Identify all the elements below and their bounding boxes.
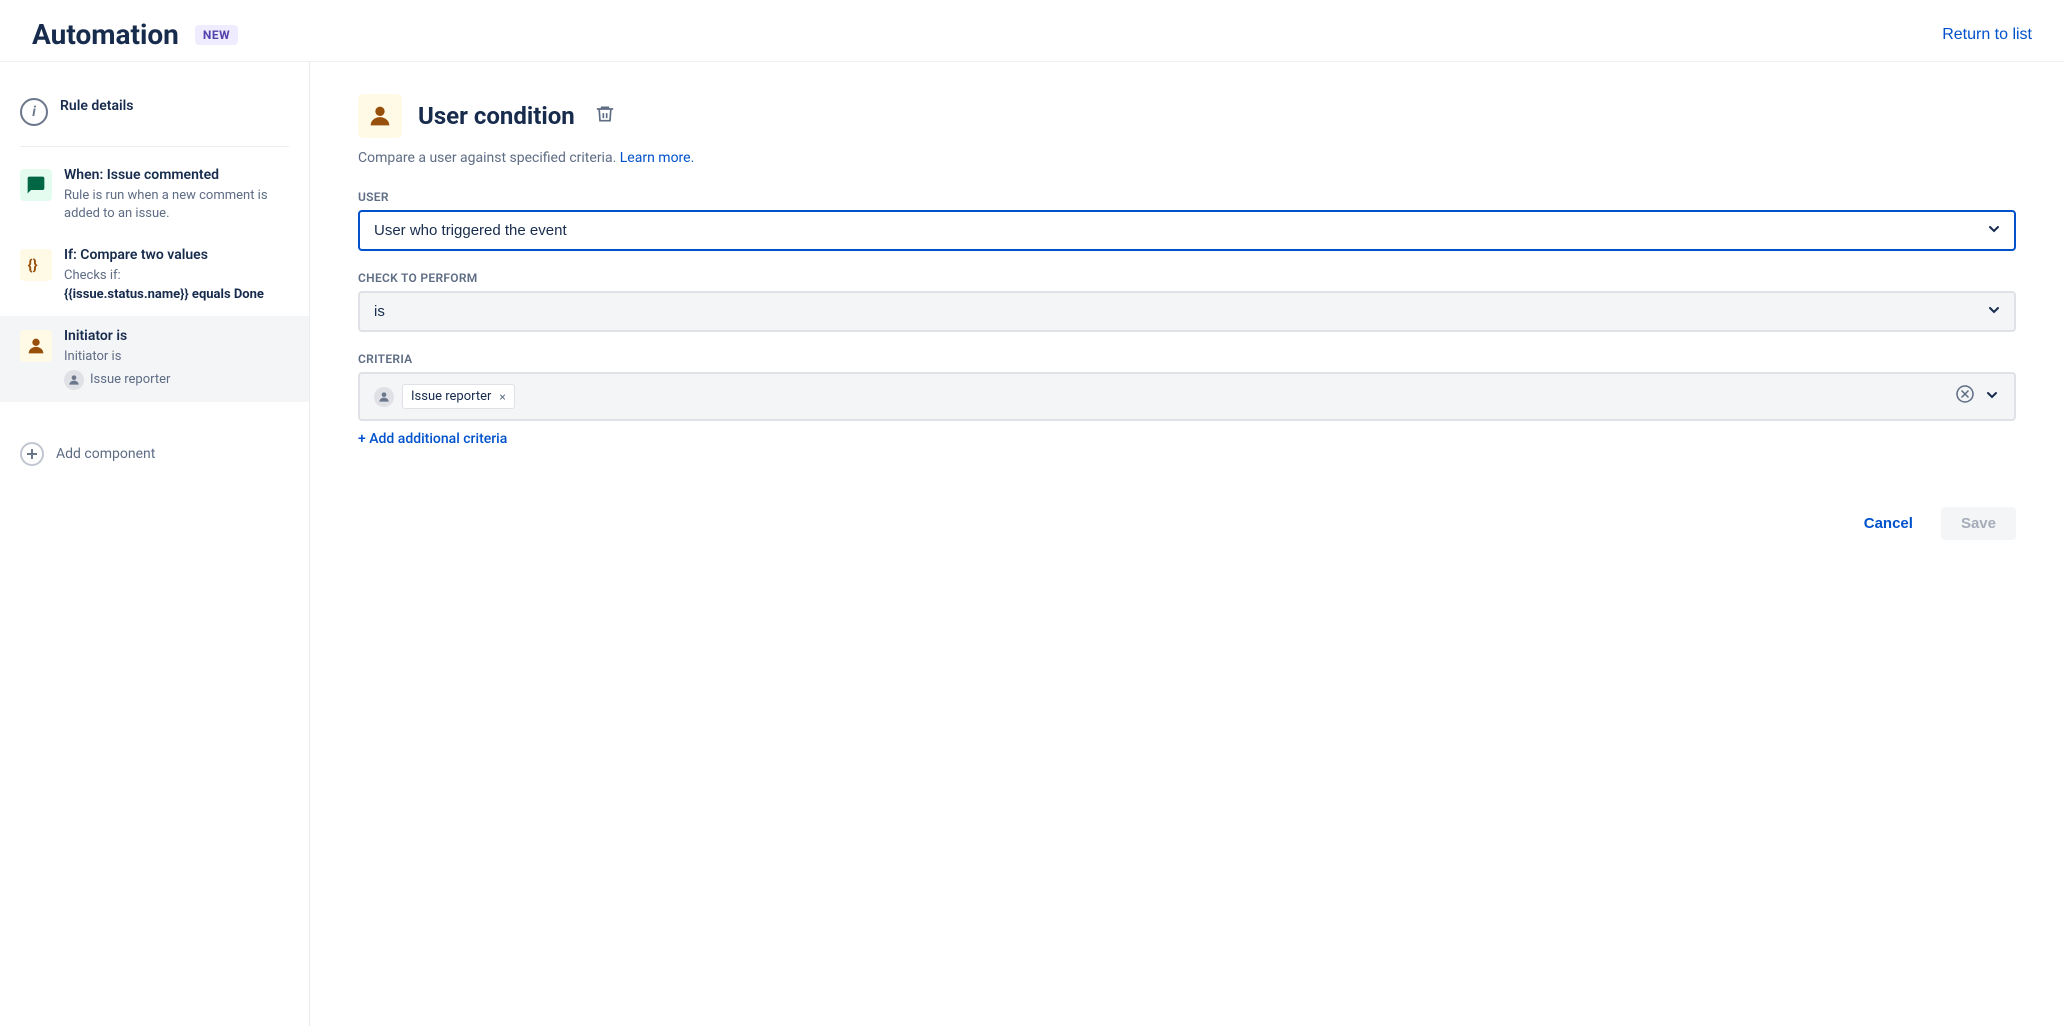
criteria-tag: Issue reporter ×	[402, 384, 515, 409]
panel-header: User condition	[358, 94, 2016, 138]
info-icon: i	[20, 98, 48, 126]
sidebar-item-rule-details[interactable]: i Rule details	[0, 86, 309, 138]
sidebar-item-rule-details-title: Rule details	[60, 98, 289, 114]
sidebar-item-if-desc-prefix: Checks if:	[64, 268, 121, 283]
sidebar-item-when-title: When: Issue commented	[64, 167, 289, 183]
user-icon-small	[64, 370, 84, 390]
chat-icon	[20, 169, 52, 201]
top-bar: Automation NEW Return to list	[0, 0, 2064, 62]
cancel-button[interactable]: Cancel	[1848, 507, 1929, 540]
new-badge: NEW	[195, 25, 238, 45]
code-icon: {}	[20, 249, 52, 281]
criteria-box[interactable]: Issue reporter ×	[358, 372, 2016, 421]
main-content: i Rule details When: Issue commented Rul…	[0, 62, 2064, 1026]
panel-title: User condition	[418, 102, 575, 130]
svg-text:{}: {}	[28, 256, 38, 274]
criteria-tag-label: Issue reporter	[411, 389, 491, 404]
sidebar-initiator-subbadge: Issue reporter	[64, 370, 289, 390]
main-panel: User condition Compare a user against sp…	[310, 62, 2064, 1026]
criteria-form-group: Criteria Issue reporter ×	[358, 352, 2016, 447]
save-button[interactable]: Save	[1941, 507, 2016, 540]
criteria-label: Criteria	[358, 352, 2016, 366]
sidebar-item-if-desc-bold: {{issue.status.name}} equals Done	[64, 287, 264, 302]
sidebar-item-if-title: If: Compare two values	[64, 247, 289, 263]
check-form-group: Check to perform is is not	[358, 271, 2016, 332]
sidebar-item-initiator-title: Initiator is	[64, 328, 289, 344]
delete-icon[interactable]	[595, 104, 615, 129]
add-component-label: Add component	[56, 446, 155, 462]
panel-description: Compare a user against specified criteri…	[358, 150, 2016, 166]
add-component-circle-icon	[20, 442, 44, 466]
top-bar-left: Automation NEW	[32, 18, 238, 51]
add-criteria-button[interactable]: + Add additional criteria	[358, 431, 507, 447]
return-to-list-button[interactable]: Return to list	[1942, 26, 2032, 44]
check-select-wrapper: is is not	[358, 291, 2016, 332]
criteria-tag-remove-button[interactable]: ×	[499, 390, 505, 404]
sidebar-item-initiator-desc: Initiator is Issue reporter	[64, 348, 289, 390]
learn-more-link[interactable]: Learn more.	[620, 150, 695, 166]
sidebar-item-when-issue-commented[interactable]: When: Issue commented Rule is run when a…	[0, 155, 309, 235]
sidebar-item-when-text: When: Issue commented Rule is run when a…	[64, 167, 289, 223]
check-label: Check to perform	[358, 271, 2016, 285]
sidebar-item-if-desc: Checks if: {{issue.status.name}} equals …	[64, 267, 289, 303]
user-select[interactable]: User who triggered the event Current use…	[358, 210, 2016, 251]
app-title: Automation	[32, 18, 179, 51]
sidebar-item-when-desc: Rule is run when a new comment is added …	[64, 187, 289, 223]
sidebar-item-if-text: If: Compare two values Checks if: {{issu…	[64, 247, 289, 303]
criteria-box-actions	[1956, 385, 2000, 408]
add-component-button[interactable]: Add component	[0, 426, 309, 482]
panel-header-icon	[358, 94, 402, 138]
panel-desc-text: Compare a user against specified criteri…	[358, 150, 616, 166]
sidebar-initiator-badge-label: Issue reporter	[90, 371, 170, 389]
panel-footer: Cancel Save	[358, 487, 2016, 540]
page-container: Automation NEW Return to list i Rule det…	[0, 0, 2064, 1026]
user-label: User	[358, 190, 2016, 204]
sidebar: i Rule details When: Issue commented Rul…	[0, 62, 310, 1026]
criteria-dropdown-chevron-icon[interactable]	[1984, 387, 2000, 407]
sidebar-divider-1	[20, 146, 289, 147]
sidebar-item-initiator-desc-line1: Initiator is	[64, 349, 121, 364]
sidebar-item-if-compare[interactable]: {} If: Compare two values Checks if: {{i…	[0, 235, 309, 315]
check-select[interactable]: is is not	[358, 291, 2016, 332]
sidebar-item-initiator-is[interactable]: Initiator is Initiator is Issue reporter	[0, 316, 309, 402]
user-form-group: User User who triggered the event Curren…	[358, 190, 2016, 251]
criteria-clear-all-button[interactable]	[1956, 385, 1974, 408]
user-select-wrapper: User who triggered the event Current use…	[358, 210, 2016, 251]
user-circle-icon	[20, 330, 52, 362]
sidebar-item-rule-details-text: Rule details	[60, 98, 289, 118]
criteria-user-icon	[374, 387, 394, 407]
sidebar-item-initiator-text: Initiator is Initiator is Issue reporter	[64, 328, 289, 390]
